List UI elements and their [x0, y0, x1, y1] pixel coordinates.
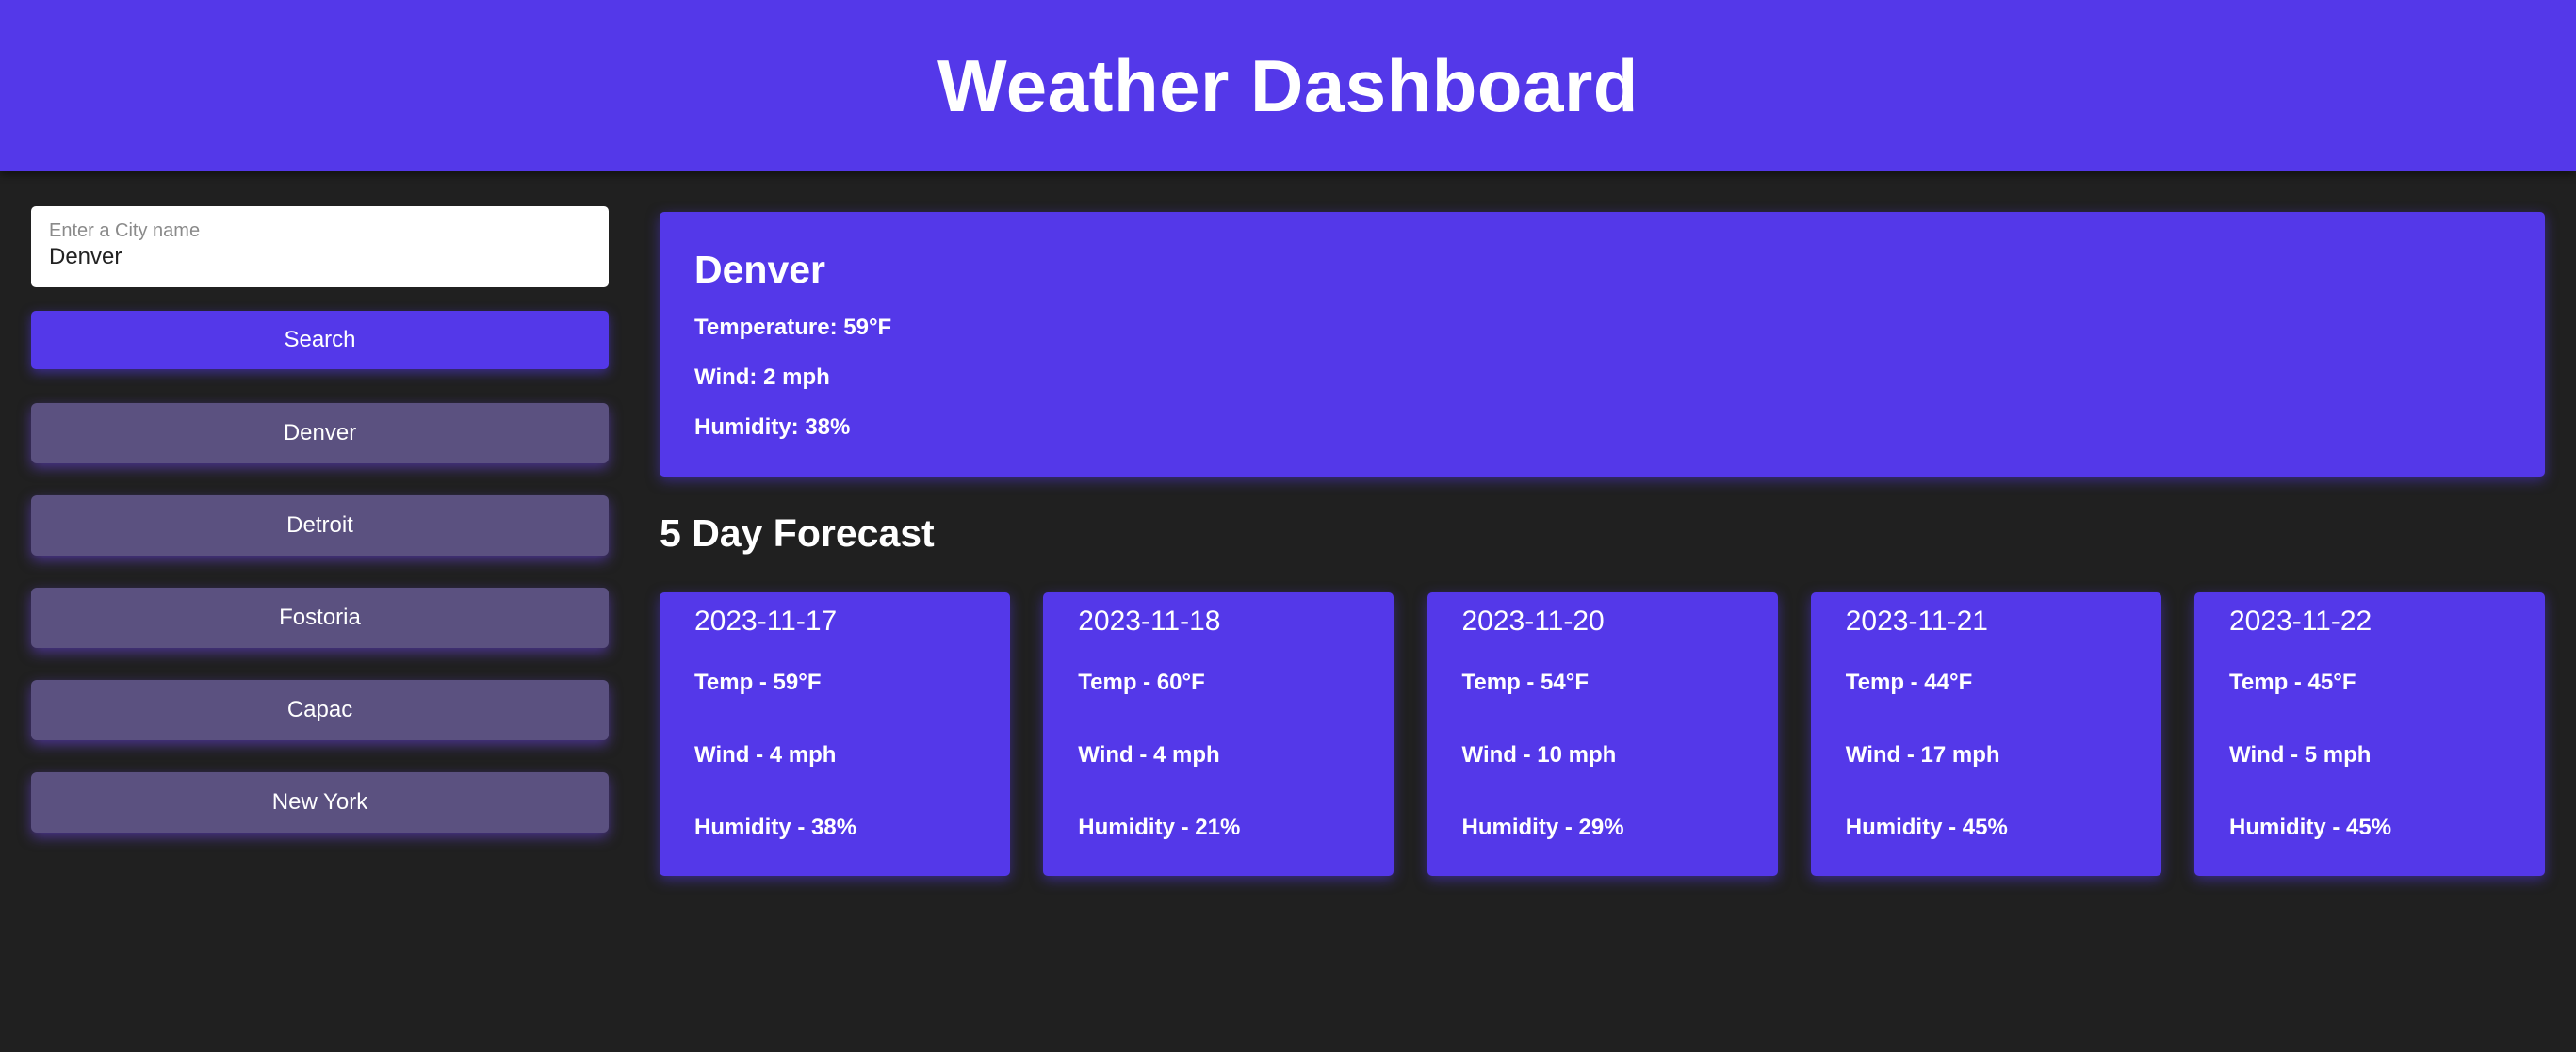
- search-field[interactable]: Enter a City name: [31, 206, 609, 287]
- forecast-temp: Temp - 45°F: [2229, 670, 2356, 695]
- forecast-date: 2023-11-21: [1845, 606, 1988, 637]
- search-input[interactable]: [49, 244, 591, 270]
- forecast-wind: Wind - 10 mph: [1461, 742, 1617, 768]
- forecast-wind: Wind - 5 mph: [2229, 742, 2372, 768]
- sidebar: Enter a City name Search Denver Detroit …: [31, 206, 609, 865]
- forecast-humidity: Humidity - 29%: [1461, 815, 1624, 840]
- history-button-fostoria[interactable]: Fostoria: [31, 588, 609, 648]
- forecast-wind: Wind - 17 mph: [1845, 742, 2000, 768]
- forecast-heading: 5 Day Forecast: [660, 511, 935, 555]
- search-button[interactable]: Search: [31, 311, 609, 369]
- page-header: Weather Dashboard: [0, 0, 2576, 171]
- current-wind: Wind: 2 mph: [694, 364, 830, 390]
- history-button-detroit[interactable]: Detroit: [31, 495, 609, 556]
- forecast-date: 2023-11-18: [1078, 606, 1221, 637]
- search-history-list: Denver Detroit Fostoria Capac New York: [31, 403, 609, 833]
- forecast-date: 2023-11-17: [694, 606, 838, 637]
- forecast-temp: Temp - 59°F: [694, 670, 822, 695]
- forecast-wind: Wind - 4 mph: [694, 742, 837, 768]
- forecast-card: 2023-11-22 Temp - 45°F Wind - 5 mph Humi…: [2194, 592, 2545, 876]
- history-button-new-york[interactable]: New York: [31, 772, 609, 833]
- forecast-date: 2023-11-20: [1461, 606, 1605, 637]
- forecast-card: 2023-11-21 Temp - 44°F Wind - 17 mph Hum…: [1810, 592, 2161, 876]
- forecast-temp: Temp - 60°F: [1078, 670, 1205, 695]
- page-title: Weather Dashboard: [937, 43, 1639, 127]
- history-button-denver[interactable]: Denver: [31, 403, 609, 463]
- search-label: Enter a City name: [49, 220, 201, 241]
- forecast-humidity: Humidity - 38%: [694, 815, 857, 840]
- forecast-humidity: Humidity - 21%: [1078, 815, 1241, 840]
- forecast-humidity: Humidity - 45%: [1845, 815, 2008, 840]
- current-humidity: Humidity: 38%: [694, 414, 851, 440]
- current-weather-card: Denver Temperature: 59°F Wind: 2 mph Hum…: [660, 212, 2545, 477]
- history-button-capac[interactable]: Capac: [31, 680, 609, 740]
- current-city-name: Denver: [694, 248, 826, 291]
- forecast-temp: Temp - 44°F: [1845, 670, 1973, 695]
- forecast-list: 2023-11-17 Temp - 59°F Wind - 4 mph Humi…: [660, 592, 2545, 876]
- forecast-card: 2023-11-20 Temp - 54°F Wind - 10 mph Hum…: [1427, 592, 1778, 876]
- forecast-temp: Temp - 54°F: [1461, 670, 1590, 695]
- forecast-card: 2023-11-18 Temp - 60°F Wind - 4 mph Humi…: [1043, 592, 1394, 876]
- forecast-card: 2023-11-17 Temp - 59°F Wind - 4 mph Humi…: [660, 592, 1010, 876]
- current-temperature: Temperature: 59°F: [694, 315, 892, 340]
- forecast-wind: Wind - 4 mph: [1078, 742, 1220, 768]
- forecast-date: 2023-11-22: [2229, 606, 2372, 637]
- forecast-humidity: Humidity - 45%: [2229, 815, 2392, 840]
